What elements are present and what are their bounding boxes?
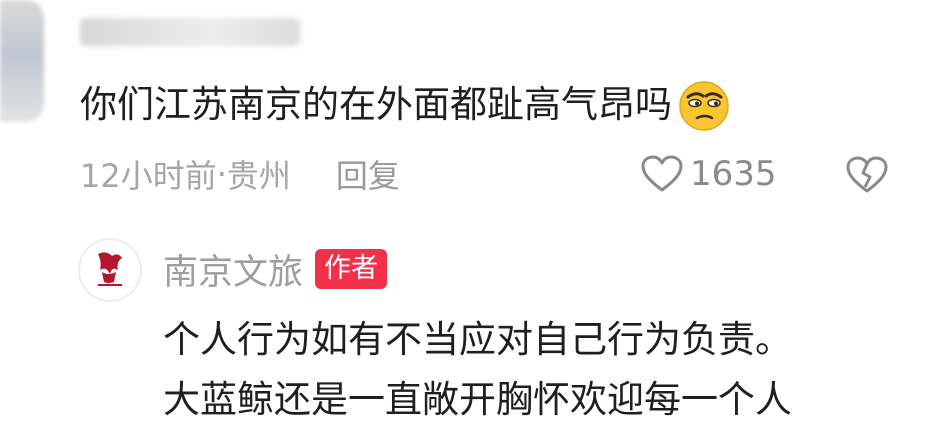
like-count: 1635 (690, 154, 777, 194)
heart-icon (641, 155, 683, 192)
comment-text: 你们江苏南京的在外面都趾高气昂吗 (80, 75, 732, 135)
comment-time: 12小时前 (80, 157, 217, 195)
comment-meta: 12小时前 · 贵州 回复 (80, 151, 400, 197)
comment-location: 贵州 (226, 157, 291, 195)
squinting-face-emoji-icon (676, 77, 732, 133)
comment-body: 你们江苏南京的在外面都趾高气昂吗 (80, 83, 672, 126)
meta-separator: · (216, 155, 227, 193)
broken-heart-icon (846, 156, 888, 193)
username[interactable] (80, 18, 300, 46)
nanjing-logo-icon (98, 252, 122, 286)
author-name[interactable]: 南京文旅 (163, 244, 303, 295)
author-avatar[interactable] (78, 238, 142, 302)
reply-text-line-2: 大蓝鲸还是一直敞开胸怀欢迎每一个人 (163, 378, 792, 421)
reply-text-line-1: 个人行为如有不当应对自己行为负责。 (163, 318, 792, 361)
avatar[interactable] (0, 0, 44, 122)
reply-button[interactable]: 回复 (336, 151, 400, 197)
author-name-row: 南京文旅 作者 (163, 244, 388, 295)
dislike-button[interactable] (845, 153, 889, 197)
like-button[interactable]: 1635 (640, 151, 777, 197)
author-badge: 作者 (315, 249, 388, 289)
